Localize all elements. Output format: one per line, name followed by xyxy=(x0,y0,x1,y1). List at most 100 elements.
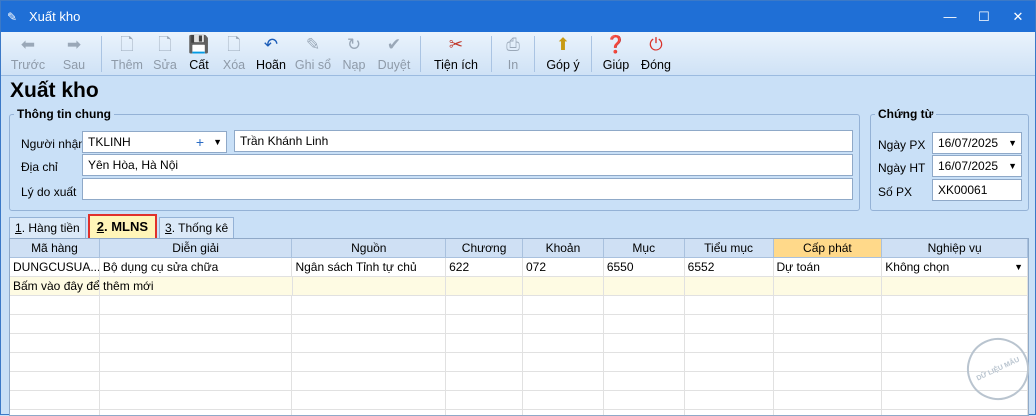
feedback-icon: ⬆ xyxy=(555,35,571,54)
maximize-button[interactable]: ☐ xyxy=(967,1,1001,32)
table-cell xyxy=(685,277,774,295)
chevron-down-icon[interactable]: ▼ xyxy=(1008,156,1017,176)
table-cell-dropdown[interactable]: Không chọn ▼ xyxy=(882,258,1028,276)
voucher-legend: Chứng từ xyxy=(878,107,934,121)
toolbar-separator xyxy=(420,36,421,72)
table-cell[interactable]: 6552 xyxy=(685,258,774,276)
table-cell[interactable]: 622 xyxy=(446,258,523,276)
column-header[interactable]: Nguồn xyxy=(292,239,447,257)
close-button[interactable]: ⏻ Đóng xyxy=(636,32,676,76)
delete-document-icon: 🗋 xyxy=(227,35,241,54)
printer-icon: ⎙ xyxy=(506,35,520,54)
chevron-down-icon[interactable]: ▼ xyxy=(1014,258,1023,276)
table-cell xyxy=(882,277,1028,295)
reason-label: Lý do xuất xyxy=(21,185,77,199)
toolbar-separator xyxy=(534,36,535,72)
table-cell xyxy=(604,277,685,295)
edit-button[interactable]: 🗋 Sửa xyxy=(148,32,182,76)
recipient-name-field[interactable]: Trần Khánh Linh xyxy=(234,130,853,152)
window-title: Xuất kho xyxy=(29,9,81,24)
table-row xyxy=(10,353,1028,372)
help-icon: ❓ xyxy=(605,35,627,54)
post-button[interactable]: ✎ Ghi sổ xyxy=(290,32,336,76)
px-date-label: Ngày PX xyxy=(878,138,926,152)
recipient-label: Người nhận xyxy=(21,137,85,151)
table-cell[interactable]: Dự toán xyxy=(774,258,883,276)
table-row xyxy=(10,410,1028,415)
back-button[interactable]: ⬅ Trước xyxy=(5,32,51,76)
px-date-picker[interactable]: 16/07/2025 ▼ xyxy=(932,132,1022,154)
arrow-right-icon: ➡ xyxy=(66,35,82,54)
chevron-down-icon[interactable]: ▼ xyxy=(1008,133,1017,153)
undo-icon: ↶ xyxy=(263,35,279,54)
table-row xyxy=(10,372,1028,391)
feedback-button[interactable]: ⬆ Góp ý xyxy=(539,32,587,76)
table-row xyxy=(10,334,1028,353)
title-bar: ✎ Xuất kho — ☐ ✕ xyxy=(1,1,1035,32)
print-button[interactable]: ⎙ In xyxy=(496,32,530,76)
add-icon[interactable]: + xyxy=(196,132,204,152)
table-cell xyxy=(774,277,883,295)
add-button[interactable]: 🗋 Thêm xyxy=(106,32,148,76)
add-new-label[interactable]: Bấm vào đây để thêm mới xyxy=(10,277,154,295)
forward-button[interactable]: ➡ Sau xyxy=(51,32,97,76)
table-row xyxy=(10,296,1028,315)
column-header[interactable]: Tiểu mục xyxy=(685,239,774,257)
address-label: Địa chỉ xyxy=(21,160,58,174)
reason-field[interactable] xyxy=(82,178,853,200)
add-new-row[interactable]: Bấm vào đây để thêm mới xyxy=(10,277,1028,296)
delete-button[interactable]: 🗋 Xóa xyxy=(216,32,252,76)
table-cell xyxy=(293,277,447,295)
toolbar: ⬅ Trước ➡ Sau 🗋 Thêm 🗋 Sửa 💾 Cất 🗋 Xóa ↶… xyxy=(1,32,1035,76)
mlns-grid: Mã hàng Diễn giải Nguồn Chương Khoản Mục… xyxy=(9,238,1029,416)
table-cell[interactable]: 072 xyxy=(523,258,604,276)
detail-tabs: 1. Hàng tiền 2. MLNS 3. Thống kê xyxy=(9,214,236,241)
grid-header: Mã hàng Diễn giải Nguồn Chương Khoản Mục… xyxy=(10,239,1028,258)
tab-statistics[interactable]: 3. Thống kê xyxy=(159,217,235,239)
table-row[interactable]: DUNGCUSUA... Bộ dụng cụ sửa chữa Ngân sá… xyxy=(10,258,1028,277)
table-row xyxy=(10,391,1028,410)
tab-mlns[interactable]: 2. MLNS xyxy=(87,214,158,241)
table-row xyxy=(10,315,1028,334)
table-cell[interactable]: Ngân sách Tỉnh tự chủ xyxy=(292,258,447,276)
reload-button[interactable]: ↻ Nạp xyxy=(336,32,372,76)
column-header[interactable]: Diễn giải xyxy=(100,239,293,257)
px-no-field[interactable]: XK00061 xyxy=(932,179,1022,201)
tools-icon: ✂ xyxy=(448,35,464,54)
utilities-button[interactable]: ✂ Tiện ích xyxy=(425,32,487,76)
recipient-code-combo[interactable]: TKLINH + ▼ xyxy=(82,131,227,153)
table-cell xyxy=(100,277,293,295)
column-header[interactable]: Mục xyxy=(604,239,685,257)
table-cell xyxy=(523,277,604,295)
address-field[interactable]: Yên Hòa, Hà Nội xyxy=(82,154,853,176)
table-cell[interactable]: 6550 xyxy=(604,258,685,276)
table-cell xyxy=(446,277,524,295)
arrow-left-icon: ⬅ xyxy=(20,35,36,54)
table-cell[interactable]: Bộ dụng cụ sửa chữa xyxy=(100,258,293,276)
table-cell[interactable]: DUNGCUSUA... xyxy=(10,258,100,276)
column-header[interactable]: Nghiệp vụ xyxy=(882,239,1028,257)
approve-button[interactable]: ✔ Duyệt xyxy=(372,32,416,76)
close-window-button[interactable]: ✕ xyxy=(1001,1,1035,32)
help-button[interactable]: ❓ Giúp xyxy=(596,32,636,76)
app-window: ✎ Xuất kho — ☐ ✕ ⬅ Trước ➡ Sau 🗋 Thêm 🗋 … xyxy=(0,0,1036,416)
power-icon: ⏻ xyxy=(649,35,663,54)
app-icon: ✎ xyxy=(7,9,18,24)
edit-document-icon: 🗋 xyxy=(158,35,172,54)
ht-date-picker[interactable]: 16/07/2025 ▼ xyxy=(932,155,1022,177)
save-button[interactable]: 💾 Cất xyxy=(182,32,216,76)
column-header[interactable]: Cấp phát xyxy=(773,239,883,257)
column-header[interactable]: Chương xyxy=(446,239,523,257)
minimize-button[interactable]: — xyxy=(933,1,967,32)
tab-goods[interactable]: 1. Hàng tiền xyxy=(9,217,86,239)
window-controls: — ☐ ✕ xyxy=(933,1,1035,32)
page-title: Xuất kho xyxy=(10,79,99,102)
refresh-icon: ↻ xyxy=(346,35,362,54)
undo-button[interactable]: ↶ Hoãn xyxy=(252,32,290,76)
column-header[interactable]: Khoản xyxy=(523,239,604,257)
px-no-label: Số PX xyxy=(878,185,913,199)
toolbar-separator xyxy=(101,36,102,72)
pencil-icon: ✎ xyxy=(305,35,321,54)
column-header[interactable]: Mã hàng xyxy=(10,239,100,257)
chevron-down-icon[interactable]: ▼ xyxy=(213,132,222,152)
